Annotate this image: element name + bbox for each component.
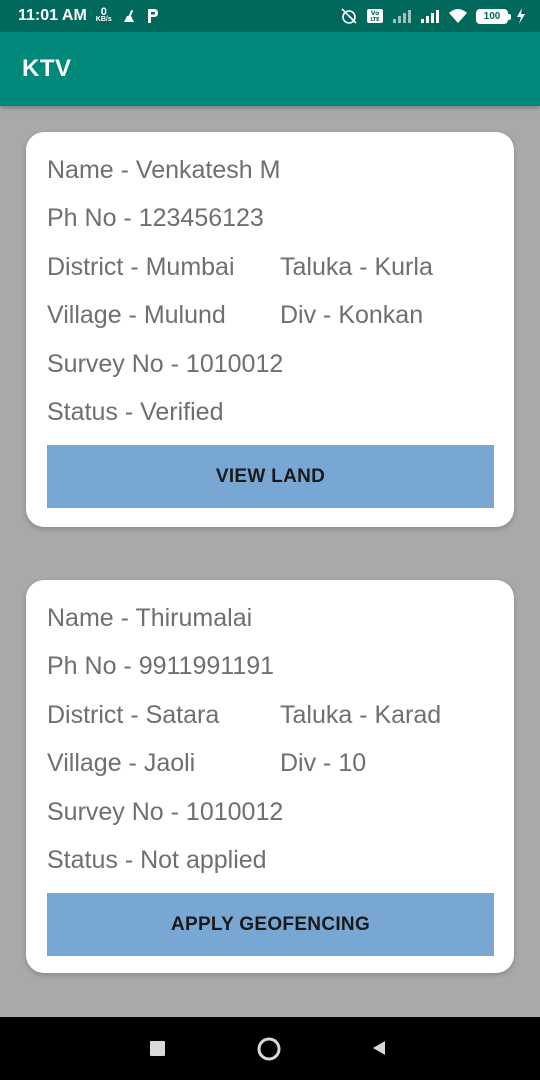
district-field: District - Mumbai <box>47 252 235 281</box>
village-field: Village - Mulund <box>47 301 226 330</box>
taluka-field: Taluka - Karad <box>280 700 442 729</box>
name-field: Name - Thirumalai <box>47 603 253 632</box>
signal-icon <box>420 9 440 23</box>
battery-level: 100 <box>483 10 501 22</box>
signal-icon <box>392 9 412 23</box>
survey-field: Survey No - 1010012 <box>47 797 284 826</box>
village-field: Village - Jaoli <box>47 749 196 778</box>
name-field: Name - Venkatesh M <box>47 155 281 184</box>
record-card: Name - Venkatesh M Ph No - 123456123 Dis… <box>26 132 514 527</box>
app-bar: KTV <box>0 32 540 106</box>
status-bar-left: 11:01 AM 0 KB/s <box>18 7 160 25</box>
phone-field: Ph No - 9911991191 <box>47 652 275 681</box>
network-speed: 0 KB/s <box>95 6 112 24</box>
phone-field: Ph No - 123456123 <box>47 204 264 233</box>
view-land-button[interactable]: VIEW LAND <box>47 445 494 508</box>
charging-icon <box>516 8 526 24</box>
back-icon[interactable] <box>370 1039 388 1057</box>
battery-icon: 100 <box>476 8 511 24</box>
district-taluka-row: District - Mumbai Taluka - Kurla <box>47 243 494 292</box>
district-field: District - Satara <box>47 700 220 729</box>
network-speed-unit: KB/s <box>95 16 112 23</box>
record-card: Name - Thirumalai Ph No - 9911991191 Dis… <box>26 580 514 973</box>
village-div-row: Village - Jaoli Div - 10 <box>47 740 494 789</box>
status-field: Status - Not applied <box>47 846 267 875</box>
village-div-row: Village - Mulund Div - Konkan <box>47 292 494 341</box>
div-field: Div - 10 <box>280 749 367 778</box>
parking-p-icon <box>146 8 160 24</box>
volte-icon: Vo LTE <box>366 8 384 24</box>
clock: 11:01 AM <box>18 7 87 24</box>
status-field: Status - Verified <box>47 398 224 427</box>
district-taluka-row: District - Satara Taluka - Karad <box>47 691 494 740</box>
status-bar-right: Vo LTE 100 <box>340 7 526 25</box>
svg-text:Vo: Vo <box>371 10 379 17</box>
apply-geofencing-button[interactable]: APPLY GEOFENCING <box>47 893 494 956</box>
survey-field: Survey No - 1010012 <box>47 349 284 378</box>
home-icon[interactable] <box>256 1036 282 1062</box>
svg-text:LTE: LTE <box>370 17 380 23</box>
wifi-icon <box>448 8 468 24</box>
navigation-bar <box>0 1017 540 1080</box>
app-title: KTV <box>22 55 72 82</box>
taluka-field: Taluka - Kurla <box>280 252 433 281</box>
network-speed-value: 0 <box>100 6 107 18</box>
cleaner-icon <box>121 8 137 24</box>
status-bar: 11:01 AM 0 KB/s Vo LTE 100 <box>0 0 540 32</box>
div-field: Div - Konkan <box>280 301 424 330</box>
alarm-off-icon <box>340 7 358 25</box>
recent-apps-icon[interactable] <box>148 1039 166 1057</box>
